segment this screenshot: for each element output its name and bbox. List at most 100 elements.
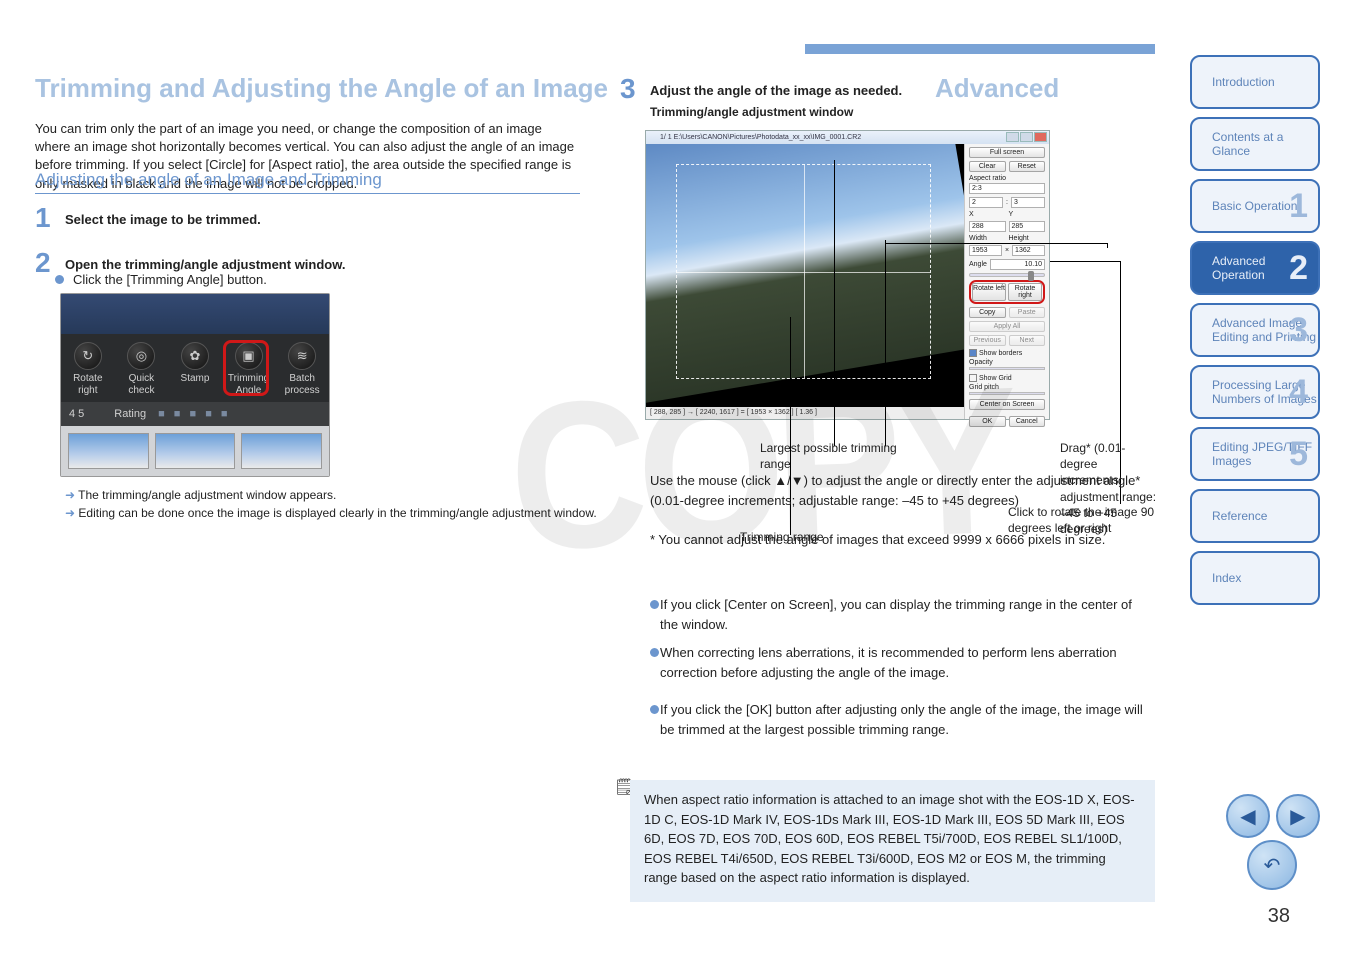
rotate-right-button[interactable]: Rotate right <box>1008 283 1042 301</box>
angle-slider[interactable] <box>969 273 1045 277</box>
thumbnail <box>155 433 236 469</box>
grid-pitch-slider[interactable] <box>969 392 1045 395</box>
tab-contents[interactable]: Contents at a Glance <box>1190 117 1320 171</box>
chevron-left-icon: ◀ <box>1240 804 1255 829</box>
tab-label: Introduction <box>1212 75 1275 89</box>
toolbar-label: Quick check <box>128 373 154 396</box>
aspect-ratio-select[interactable]: 2:3 <box>969 183 1045 194</box>
result-arrow: ➜ Editing can be done once the image is … <box>65 506 597 520</box>
tab-basic[interactable]: Basic Operation1 <box>1190 179 1320 233</box>
rotate-left-button[interactable]: Rotate left <box>972 283 1006 301</box>
angle-input[interactable]: 10.10 <box>990 259 1045 270</box>
note-box: When aspect ratio information is attache… <box>630 780 1155 902</box>
x-input[interactable]: 288 <box>969 221 1006 232</box>
ratio-a-input[interactable]: 2 <box>969 197 1003 208</box>
tab-introduction[interactable]: Introduction <box>1190 55 1320 109</box>
tab-advanced-editing[interactable]: Advanced Image Editing and Printing3 <box>1190 303 1320 357</box>
tab-jpeg-tiff[interactable]: Editing JPEG/TIFF Images5 <box>1190 427 1320 481</box>
ok-button[interactable]: OK <box>969 416 1006 427</box>
tab-index[interactable]: Index <box>1190 551 1320 605</box>
crop-frame[interactable] <box>676 164 931 379</box>
status-bar: [ 288, 285 ] → [ 2240, 1617 ] = [ 1953 ×… <box>646 407 964 419</box>
paste-button[interactable]: Paste <box>1009 307 1046 318</box>
step-3-text: Adjust the angle of the image as needed. <box>650 83 902 98</box>
x-label: X <box>969 211 1006 218</box>
tab-label: Contents at a Glance <box>1212 130 1318 159</box>
toolbar-label: Stamp <box>181 373 210 384</box>
center-on-screen-button[interactable]: Center on Screen <box>969 399 1045 410</box>
full-screen-button[interactable]: Full screen <box>969 147 1045 158</box>
tab-reference[interactable]: Reference <box>1190 489 1320 543</box>
prev-page-button[interactable]: ◀ <box>1226 794 1270 838</box>
show-grid-checkbox[interactable] <box>969 374 977 382</box>
toolbar-header <box>61 294 329 334</box>
rating-bar: 4 5 Rating ■ ■ ■ ■ ■ <box>61 402 329 426</box>
tab-label: Basic Operation <box>1212 199 1297 213</box>
leader-line <box>885 240 886 446</box>
thumbnail-strip <box>61 426 329 476</box>
width-label: Width <box>969 235 1006 242</box>
leader-line <box>1107 243 1108 248</box>
undo-icon: ↶ <box>1264 853 1281 878</box>
app-title-text: 1/ 1 E:\Users\CANON\Pictures\Photodata_x… <box>660 134 861 141</box>
tab-number: 1 <box>1289 186 1308 227</box>
tab-batch[interactable]: Processing Large Numbers of Images4 <box>1190 365 1320 419</box>
next-page-button[interactable]: ▶ <box>1276 794 1320 838</box>
bullet-icon <box>650 600 659 609</box>
lock-icon: × <box>1005 247 1009 254</box>
close-icon[interactable] <box>1034 132 1047 142</box>
toolbar-rotate-right[interactable]: ↻ Rotate right <box>64 342 112 396</box>
next-button[interactable]: Next <box>1009 335 1046 346</box>
show-grid-label: Show Grid <box>979 375 1012 382</box>
toolbar-stamp[interactable]: ✿ Stamp <box>171 342 219 385</box>
image-canvas[interactable]: [ 288, 285 ] → [ 2240, 1617 ] = [ 1953 ×… <box>646 144 964 419</box>
tab-number: 3 <box>1289 310 1308 351</box>
toolbar-screenshot: ↻ Rotate right ◎ Quick check ✿ Stamp ▣ T… <box>60 293 330 477</box>
ratio-b-input[interactable]: 3 <box>1011 197 1045 208</box>
y-label: Y <box>1009 211 1046 218</box>
section-heading: Adjusting the angle of an Image and Trim… <box>35 170 580 194</box>
cancel-button[interactable]: Cancel <box>1009 416 1046 427</box>
maximize-icon[interactable] <box>1020 132 1033 142</box>
reset-button[interactable]: Reset <box>1009 161 1046 172</box>
callout-window-label: Trimming/angle adjustment window <box>650 104 853 120</box>
width-input[interactable]: 1953 <box>969 245 1002 256</box>
previous-button[interactable]: Previous <box>969 335 1006 346</box>
highlight-trimming-button <box>223 340 269 396</box>
tab-advanced[interactable]: Advanced Operation2 <box>1190 241 1320 295</box>
toolbar-label: Batch process <box>285 373 320 396</box>
toolbar-batch-process[interactable]: ≋ Batch process <box>278 342 326 396</box>
minimize-icon[interactable] <box>1006 132 1019 142</box>
show-borders-label: Show borders <box>979 350 1022 357</box>
chapter-tabs: Introduction Contents at a Glance Basic … <box>1190 55 1320 605</box>
result-text: Editing can be done once the image is di… <box>78 506 596 520</box>
callout-possible-range: Largest possible trimming range <box>760 440 920 472</box>
tab-label: Reference <box>1212 509 1267 523</box>
leader-line <box>834 160 835 446</box>
y-input[interactable]: 285 <box>1009 221 1046 232</box>
apply-all-button[interactable]: Apply All <box>969 321 1045 332</box>
leader-line <box>885 243 1107 244</box>
page-title: Trimming and Adjusting the Angle of an I… <box>35 73 608 104</box>
toolbar-label: Rotate right <box>73 373 102 396</box>
opacity-slider[interactable] <box>969 367 1045 370</box>
show-borders-checkbox[interactable] <box>969 349 977 357</box>
clear-button[interactable]: Clear <box>969 161 1006 172</box>
result-text: The trimming/angle adjustment window app… <box>78 488 336 502</box>
tab-label: Index <box>1212 571 1241 585</box>
window-buttons <box>1006 132 1047 142</box>
back-button[interactable]: ↶ <box>1247 840 1297 890</box>
side-panel: Full screen Clear Reset Aspect ratio 2:3… <box>964 144 1049 419</box>
page-number: 38 <box>1268 905 1290 928</box>
mouse-instruction: Use the mouse (click ▲/▼) to adjust the … <box>650 471 1150 550</box>
result-arrow: ➜ The trimming/angle adjustment window a… <box>65 488 336 502</box>
nav-buttons: ◀ ▶ <box>1226 794 1320 838</box>
tab-number: 5 <box>1289 434 1308 475</box>
copy-button[interactable]: Copy <box>969 307 1006 318</box>
thumbnail <box>68 433 149 469</box>
toolbar-quick-check[interactable]: ◎ Quick check <box>117 342 165 396</box>
tab-number: 4 <box>1289 372 1308 413</box>
opacity-label: Opacity <box>969 359 1045 366</box>
height-input[interactable]: 1362 <box>1012 245 1045 256</box>
bullet-icon <box>55 275 64 284</box>
